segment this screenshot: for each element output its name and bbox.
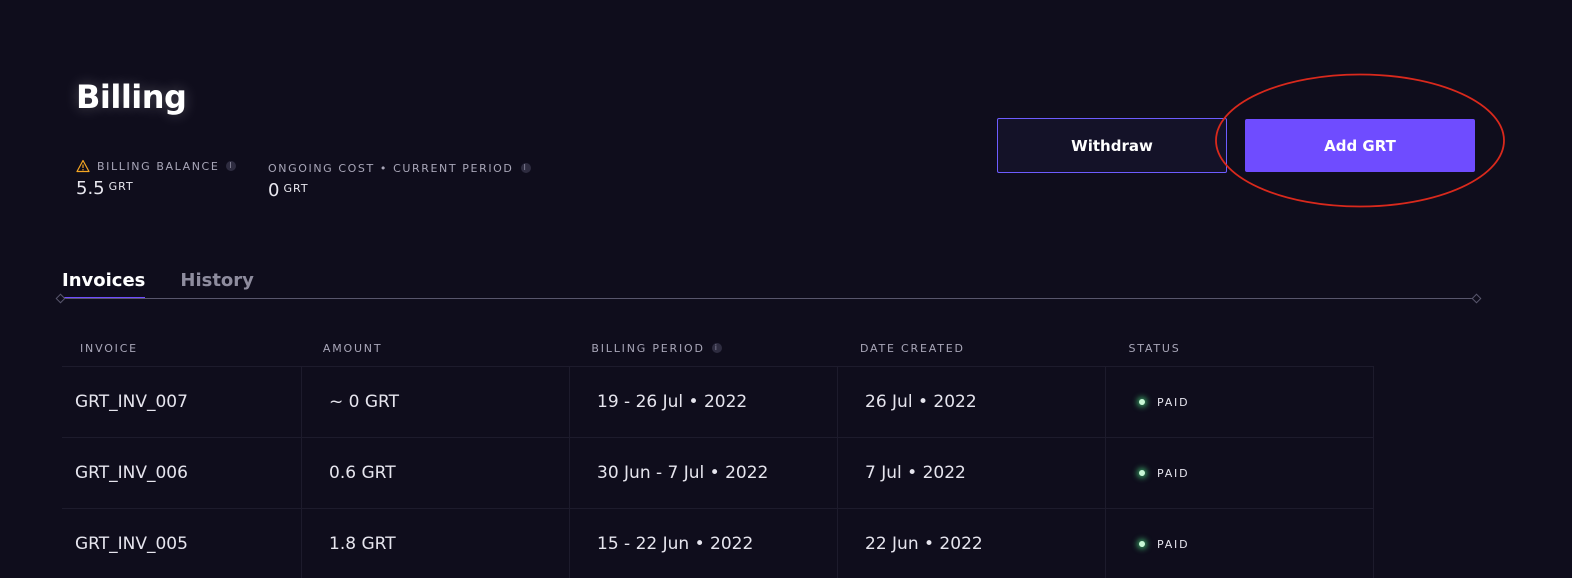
billing-balance-label: BILLING BALANCE: [97, 159, 220, 173]
ongoing-cost-stat: ONGOING COST • CURRENT PERIOD i 0 GRT: [268, 160, 531, 201]
status-badge: PAID: [1139, 396, 1189, 409]
header-billing-period-label: BILLING PERIOD: [591, 341, 705, 355]
invoice-date: 22 Jun • 2022: [838, 509, 1106, 578]
invoice-period: 15 - 22 Jun • 2022: [570, 509, 838, 578]
billing-balance-value: 5.5: [76, 178, 105, 199]
info-icon[interactable]: i: [520, 163, 531, 173]
invoice-status: PAID: [1106, 509, 1374, 578]
status-label: PAID: [1157, 395, 1190, 409]
header-amount: AMOUNT: [322, 341, 383, 355]
billing-balance-stat: BILLING BALANCE i 5.5 GRT: [76, 158, 237, 199]
header-invoice: INVOICE: [80, 341, 138, 355]
info-icon[interactable]: i: [226, 161, 237, 171]
billing-balance-unit: GRT: [108, 180, 134, 193]
status-dot-icon: [1139, 470, 1145, 476]
ongoing-cost-label: ONGOING COST • CURRENT PERIOD: [268, 161, 514, 175]
invoice-period: 19 - 26 Jul • 2022: [570, 367, 838, 437]
billing-balance-label-row: BILLING BALANCE i: [76, 158, 237, 174]
invoice-amount: ~ 0 GRT: [302, 367, 570, 437]
add-grt-button[interactable]: Add GRT: [1245, 119, 1475, 172]
withdraw-button[interactable]: Withdraw: [997, 118, 1227, 173]
header-billing-period: BILLING PERIOD i: [568, 342, 837, 355]
tabs-divider: [60, 298, 1476, 299]
tab-history[interactable]: History: [180, 270, 254, 297]
status-dot-icon: [1139, 399, 1145, 405]
ongoing-cost-value: 0: [268, 180, 280, 201]
billing-page: Billing BILLING BALANCE i 5.5 GRT ONGOIN…: [0, 0, 1572, 578]
invoice-period: 30 Jun - 7 Jul • 2022: [570, 438, 838, 508]
ongoing-cost-unit: GRT: [283, 182, 309, 195]
page-title: Billing: [76, 78, 187, 116]
info-icon[interactable]: i: [711, 343, 722, 353]
warning-icon: [76, 159, 90, 173]
table-header: INVOICE AMOUNT BILLING PERIOD i DATE CRE…: [62, 330, 1374, 367]
invoice-date: 26 Jul • 2022: [838, 367, 1106, 437]
table-row[interactable]: GRT_INV_006 0.6 GRT 30 Jun - 7 Jul • 202…: [62, 438, 1374, 509]
table-row[interactable]: GRT_INV_007 ~ 0 GRT 19 - 26 Jul • 2022 2…: [62, 367, 1374, 438]
invoice-id: GRT_INV_005: [62, 509, 302, 578]
billing-balance-value-row: 5.5 GRT: [76, 178, 236, 199]
table-row[interactable]: GRT_INV_005 1.8 GRT 15 - 22 Jun • 2022 2…: [62, 509, 1374, 578]
invoice-date: 7 Jul • 2022: [838, 438, 1106, 508]
header-date-created: DATE CREATED: [859, 341, 965, 355]
status-badge: PAID: [1139, 467, 1189, 480]
status-label: PAID: [1157, 466, 1190, 480]
invoice-status: PAID: [1106, 367, 1374, 437]
billing-tabs: Invoices History: [62, 270, 254, 299]
invoices-table: INVOICE AMOUNT BILLING PERIOD i DATE CRE…: [62, 330, 1374, 578]
ongoing-cost-value-row: 0 GRT: [268, 180, 531, 201]
invoice-amount: 1.8 GRT: [302, 509, 570, 578]
invoice-id: GRT_INV_006: [62, 438, 302, 508]
status-label: PAID: [1157, 537, 1190, 551]
divider-end-marker: [1471, 293, 1482, 304]
invoice-id: GRT_INV_007: [62, 367, 302, 437]
header-status: STATUS: [1128, 341, 1181, 355]
status-dot-icon: [1139, 541, 1145, 547]
tab-invoices[interactable]: Invoices: [62, 270, 146, 299]
ongoing-cost-label-row: ONGOING COST • CURRENT PERIOD i: [268, 160, 531, 176]
status-badge: PAID: [1139, 538, 1189, 551]
invoice-amount: 0.6 GRT: [302, 438, 570, 508]
invoice-status: PAID: [1106, 438, 1374, 508]
